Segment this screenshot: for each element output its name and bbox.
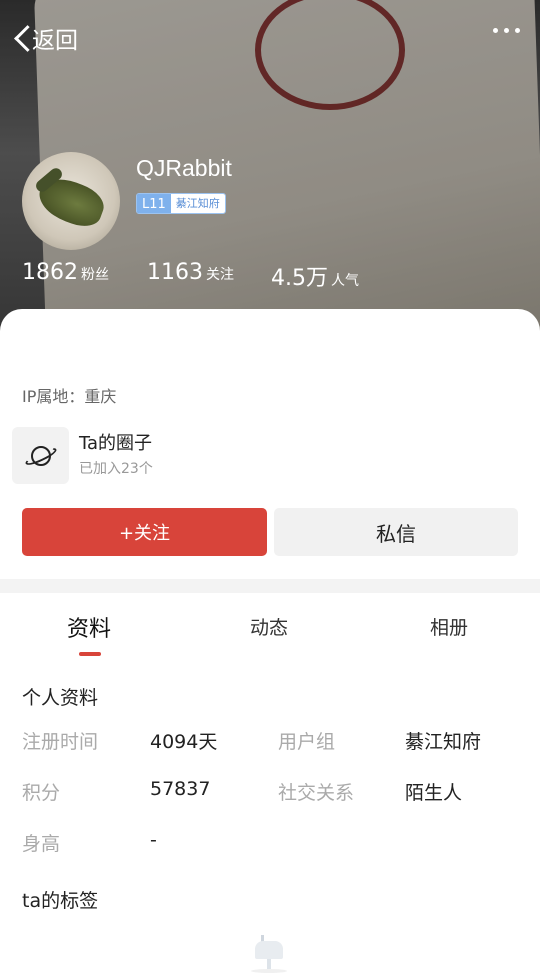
tab-indicator bbox=[79, 652, 101, 656]
section-title-tags: ta的标签 bbox=[22, 890, 99, 912]
circle-subtitle: 已加入23个 bbox=[79, 461, 153, 477]
info-value: 4094天 bbox=[150, 731, 218, 753]
username: QJRabbit bbox=[136, 155, 232, 181]
chevron-left-icon bbox=[12, 20, 32, 56]
tab-album[interactable]: 相册 bbox=[430, 613, 468, 640]
group-badge: 綦江知府 bbox=[170, 194, 225, 213]
back-button[interactable]: 返回 bbox=[12, 20, 78, 56]
circle-entry-icon[interactable] bbox=[12, 427, 69, 484]
level-label: L11 bbox=[137, 194, 171, 213]
info-value: 57837 bbox=[150, 778, 211, 800]
empty-mailbox-icon bbox=[247, 935, 287, 975]
stat-following[interactable]: 1163 关注 bbox=[147, 260, 234, 285]
follow-button[interactable]: +关注 bbox=[22, 508, 267, 556]
more-dot-icon bbox=[515, 28, 520, 33]
stat-value: 1163 bbox=[147, 260, 203, 285]
stat-fans[interactable]: 1862 粉丝 bbox=[22, 260, 109, 285]
avatar[interactable] bbox=[22, 152, 120, 250]
more-menu-button[interactable] bbox=[493, 28, 520, 33]
section-title-profile: 个人资料 bbox=[22, 687, 99, 709]
tab-activity[interactable]: 动态 bbox=[250, 613, 288, 640]
level-badge: L11 綦江知府 bbox=[136, 193, 226, 214]
profile-tabs: 资料 动态 相册 bbox=[0, 593, 540, 663]
stat-label: 粉丝 bbox=[81, 267, 109, 283]
stat-value: 1862 bbox=[22, 260, 78, 285]
section-divider bbox=[0, 579, 540, 593]
more-dot-icon bbox=[504, 28, 509, 33]
more-dot-icon bbox=[493, 28, 498, 33]
ip-location: IP属地：重庆 bbox=[22, 387, 117, 406]
info-label: 用户组 bbox=[278, 731, 336, 753]
top-bar: 返回 bbox=[0, 0, 540, 76]
info-label: 社交关系 bbox=[278, 782, 355, 804]
circle-title[interactable]: Ta的圈子 bbox=[79, 429, 152, 455]
info-label: 注册时间 bbox=[22, 731, 99, 753]
stat-label: 关注 bbox=[206, 267, 234, 283]
planet-icon bbox=[23, 442, 58, 470]
info-label: 积分 bbox=[22, 782, 61, 804]
info-label: 身高 bbox=[22, 833, 61, 855]
info-value: - bbox=[150, 829, 157, 851]
stat-value: 4.5万 bbox=[271, 266, 328, 291]
tab-profile[interactable]: 资料 bbox=[67, 611, 111, 643]
stat-popularity: 4.5万 人气 bbox=[271, 260, 359, 292]
stat-label: 人气 bbox=[331, 273, 359, 289]
info-value: 陌生人 bbox=[405, 782, 463, 804]
info-value: 綦江知府 bbox=[405, 731, 482, 753]
profile-card: IP属地：重庆 Ta的圈子 已加入23个 +关注 私信 资料 动态 相册 个人资… bbox=[0, 309, 540, 977]
message-button[interactable]: 私信 bbox=[274, 508, 518, 556]
